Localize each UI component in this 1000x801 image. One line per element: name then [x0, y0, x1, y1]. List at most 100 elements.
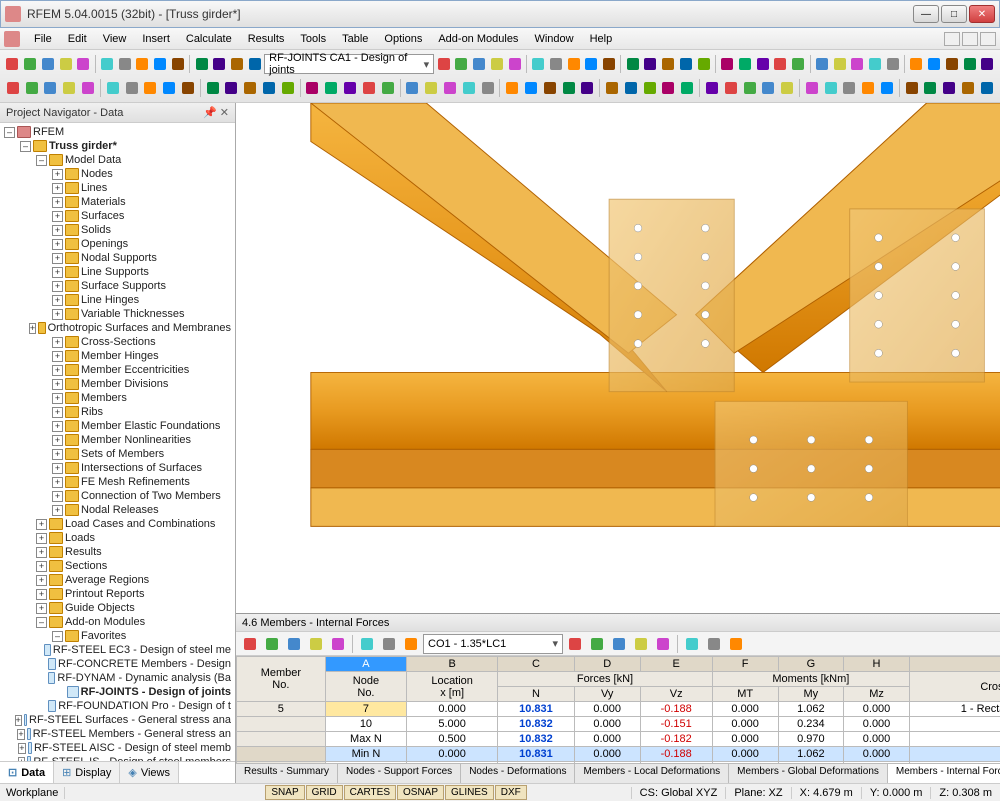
toolbar1b-btn-28[interactable]	[961, 54, 978, 74]
mdi-close[interactable]	[980, 32, 996, 46]
toolbar1b-btn-19[interactable]	[790, 54, 807, 74]
toolbar2-btn-12[interactable]	[241, 78, 259, 98]
toolbar2-btn-17[interactable]	[341, 78, 359, 98]
toolbar2-btn-6[interactable]	[123, 78, 141, 98]
3d-viewport[interactable]: x y z	[236, 103, 1000, 613]
tree-item[interactable]: + Materials	[0, 195, 235, 209]
status-toggle-grid[interactable]: GRID	[306, 785, 343, 800]
tree-item[interactable]: + Member Nonlinearities	[0, 433, 235, 447]
status-toggle-glines[interactable]: GLINES	[445, 785, 494, 800]
toolbar2-btn-32[interactable]	[641, 78, 659, 98]
tree-item[interactable]: + Member Hinges	[0, 349, 235, 363]
results-tool-b-btn-0[interactable]	[565, 634, 585, 654]
toolbar1-btn-12[interactable]	[229, 54, 246, 74]
results-tool-b-btn-2[interactable]	[609, 634, 629, 654]
toolbar2-btn-27[interactable]	[541, 78, 559, 98]
menu-edit[interactable]: Edit	[60, 31, 95, 47]
tree-item[interactable]: + Cross-Sections	[0, 335, 235, 349]
toolbar2-btn-28[interactable]	[560, 78, 578, 98]
results-tool-b-btn-5[interactable]	[682, 634, 702, 654]
tree-item[interactable]: –RFEM	[0, 125, 235, 139]
tree-item[interactable]: + Orthotropic Surfaces and Membranes	[0, 321, 235, 335]
toolbar2-btn-9[interactable]	[179, 78, 197, 98]
toolbar2-btn-42[interactable]	[840, 78, 858, 98]
toolbar1b-btn-29[interactable]	[979, 54, 996, 74]
results-tool-btn-2[interactable]	[284, 634, 304, 654]
toolbar1-btn-3[interactable]	[57, 54, 74, 74]
tree-item[interactable]: RF-DYNAM - Dynamic analysis (Ba	[0, 671, 235, 685]
toolbar2-btn-48[interactable]	[959, 78, 977, 98]
results-tool-b-btn-4[interactable]	[653, 634, 673, 654]
toolbar1b-btn-12[interactable]	[660, 54, 677, 74]
result-tab[interactable]: Nodes - Support Forces	[338, 764, 461, 783]
menu-calculate[interactable]: Calculate	[178, 31, 240, 47]
toolbar2-btn-19[interactable]	[379, 78, 397, 98]
tree-item[interactable]: + Lines	[0, 181, 235, 195]
menu-help[interactable]: Help	[582, 31, 621, 47]
results-grid[interactable]: MemberNo.ABCDEFGHINodeNo.Locationx [m]Fo…	[236, 656, 1000, 763]
status-toggle-snap[interactable]: SNAP	[265, 785, 304, 800]
navigator-tab-display[interactable]: ⊞Display	[54, 762, 120, 783]
tree-item[interactable]: RF-FOUNDATION Pro - Design of t	[0, 699, 235, 713]
result-tab[interactable]: Members - Global Deformations	[729, 764, 888, 783]
toolbar1b-btn-10[interactable]	[624, 54, 641, 74]
toolbar2-btn-18[interactable]	[360, 78, 378, 98]
toolbar2-btn-31[interactable]	[622, 78, 640, 98]
toolbar2-btn-26[interactable]	[522, 78, 540, 98]
toolbar1b-btn-25[interactable]	[908, 54, 925, 74]
tree-item[interactable]: –Add-on Modules	[0, 615, 235, 629]
toolbar1b-btn-26[interactable]	[926, 54, 943, 74]
tree-item[interactable]: –Truss girder*	[0, 139, 235, 153]
toolbar2-btn-3[interactable]	[60, 78, 78, 98]
mdi-minimize[interactable]	[944, 32, 960, 46]
tree-item[interactable]: + Surfaces	[0, 209, 235, 223]
toolbar2-btn-35[interactable]	[703, 78, 721, 98]
toolbar2-btn-30[interactable]	[603, 78, 621, 98]
tree-item[interactable]: + Member Eccentricities	[0, 363, 235, 377]
menu-window[interactable]: Window	[526, 31, 581, 47]
result-tab[interactable]: Members - Local Deformations	[575, 764, 729, 783]
toolbar2-btn-36[interactable]	[722, 78, 740, 98]
toolbar1b-btn-21[interactable]	[831, 54, 848, 74]
menu-tools[interactable]: Tools	[292, 31, 334, 47]
results-tool-btn-5[interactable]	[357, 634, 377, 654]
toolbar1-btn-7[interactable]	[134, 54, 151, 74]
status-toggle-cartes[interactable]: CARTES	[344, 785, 396, 800]
toolbar1-btn-8[interactable]	[152, 54, 169, 74]
results-tool-b-btn-6[interactable]	[704, 634, 724, 654]
toolbar1b-btn-17[interactable]	[754, 54, 771, 74]
toolbar2-btn-4[interactable]	[79, 78, 97, 98]
app-menu-icon[interactable]	[4, 31, 20, 47]
toolbar1-btn-2[interactable]	[40, 54, 57, 74]
menu-add-on-modules[interactable]: Add-on Modules	[430, 31, 526, 47]
tree-item[interactable]: + Line Supports	[0, 265, 235, 279]
toolbar1-btn-6[interactable]	[116, 54, 133, 74]
toolbar1b-btn-5[interactable]	[530, 54, 547, 74]
results-tool-b-btn-3[interactable]	[631, 634, 651, 654]
tree-item[interactable]: +Average Regions	[0, 573, 235, 587]
tree-item[interactable]: RF-CONCRETE Members - Design	[0, 657, 235, 671]
toolbar1b-btn-20[interactable]	[813, 54, 830, 74]
toolbar2-btn-14[interactable]	[279, 78, 297, 98]
tree-item[interactable]: + Member Divisions	[0, 377, 235, 391]
toolbar2-btn-43[interactable]	[859, 78, 877, 98]
pin-icon[interactable]: 📌 ✕	[203, 106, 229, 119]
toolbar2-btn-8[interactable]	[160, 78, 178, 98]
tree-item[interactable]: + Line Hinges	[0, 293, 235, 307]
tree-item[interactable]: + Intersections of Surfaces	[0, 461, 235, 475]
toolbar1b-btn-2[interactable]	[471, 54, 488, 74]
toolbar1-btn-5[interactable]	[99, 54, 116, 74]
toolbar2-btn-40[interactable]	[803, 78, 821, 98]
tree-item[interactable]: + RF-STEEL Members - General stress an	[0, 727, 235, 741]
toolbar-module-dropdown[interactable]: RF-JOINTS CA1 - Design of joints	[264, 54, 434, 74]
toolbar1-btn-13[interactable]	[246, 54, 263, 74]
toolbar1b-btn-7[interactable]	[565, 54, 582, 74]
toolbar2-btn-49[interactable]	[978, 78, 996, 98]
tree-item[interactable]: +Results	[0, 545, 235, 559]
results-tool-btn-1[interactable]	[262, 634, 282, 654]
tree-item[interactable]: + Surface Supports	[0, 279, 235, 293]
toolbar2-btn-44[interactable]	[878, 78, 896, 98]
menu-options[interactable]: Options	[376, 31, 430, 47]
toolbar1b-btn-6[interactable]	[547, 54, 564, 74]
tree-item[interactable]: –Favorites	[0, 629, 235, 643]
